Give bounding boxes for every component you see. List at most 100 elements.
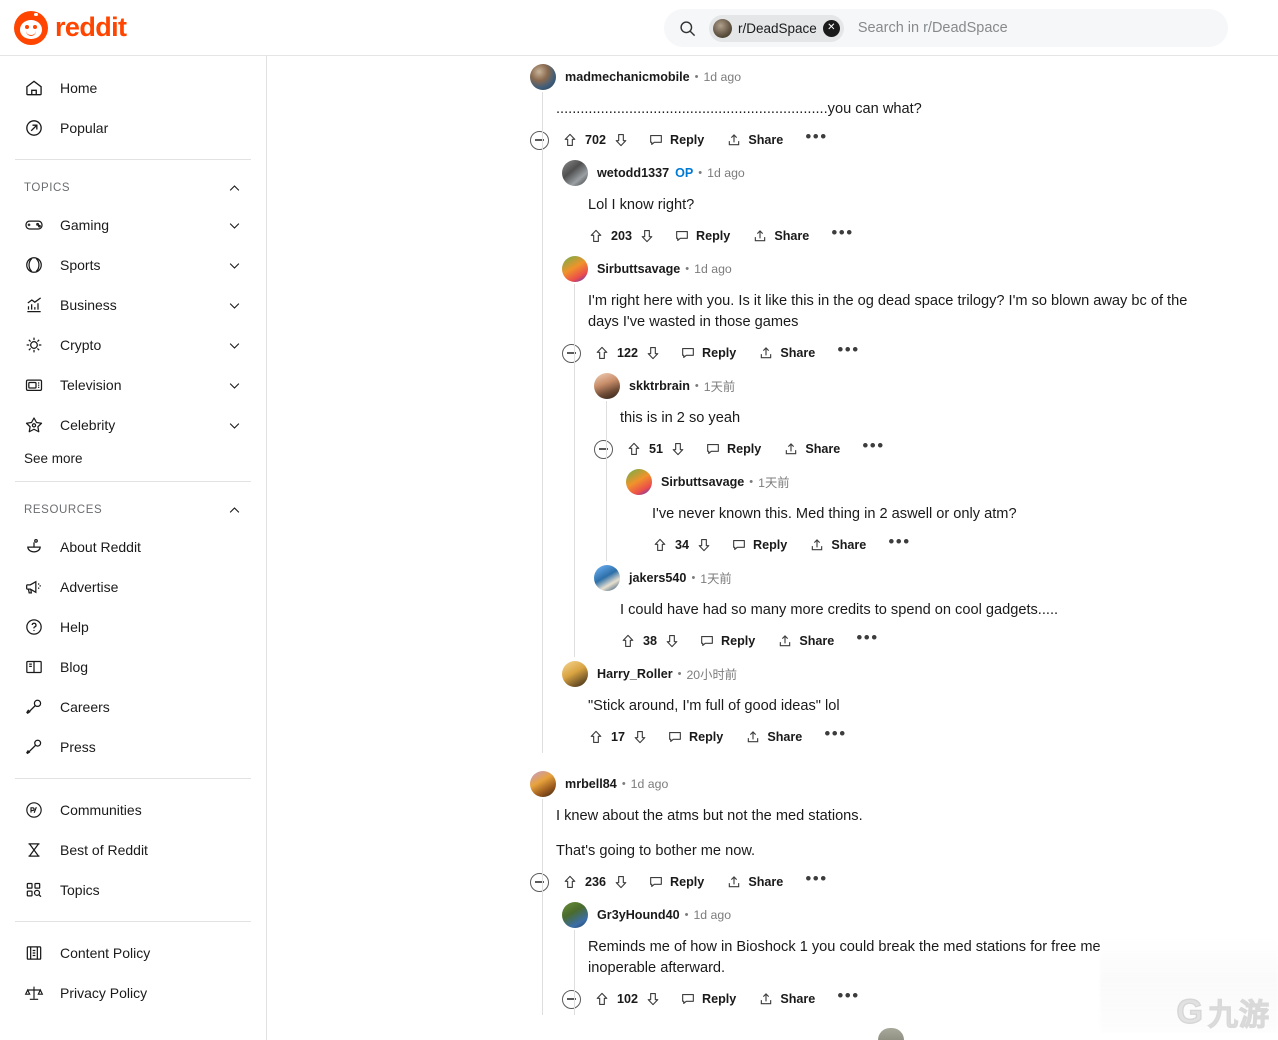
share-button[interactable]: Share — [809, 537, 866, 553]
avatar[interactable] — [530, 64, 556, 90]
avatar[interactable] — [562, 160, 588, 186]
more-options-button[interactable]: ••• — [862, 437, 884, 458]
downvote-arrow-icon[interactable] — [613, 132, 629, 148]
share-button[interactable]: Share — [758, 991, 815, 1007]
avatar[interactable] — [594, 373, 620, 399]
collapse-minus-icon[interactable] — [594, 439, 613, 459]
chevron-down-icon[interactable] — [227, 258, 242, 273]
downvote-arrow-icon[interactable] — [696, 537, 712, 553]
avatar[interactable] — [562, 902, 588, 928]
reply-button[interactable]: Reply — [667, 729, 723, 745]
sidebar-item-help[interactable]: Help — [12, 607, 254, 647]
sidebar-item-sports[interactable]: Sports — [12, 245, 254, 285]
share-button[interactable]: Share — [726, 874, 783, 890]
sidebar-item-content-policy[interactable]: Content Policy — [12, 933, 254, 973]
sidebar-item-television[interactable]: Television — [12, 365, 254, 405]
share-button[interactable]: Share — [783, 441, 840, 457]
upvote-arrow-icon[interactable] — [620, 633, 636, 649]
upvote-arrow-icon[interactable] — [594, 345, 610, 361]
collapse-minus-icon[interactable] — [530, 130, 549, 150]
chevron-up-icon[interactable] — [227, 503, 242, 518]
more-options-button[interactable]: ••• — [831, 224, 853, 245]
downvote-arrow-icon[interactable] — [664, 633, 680, 649]
sidebar-item-communities[interactable]: Communities — [12, 790, 254, 830]
avatar[interactable] — [562, 256, 588, 282]
comment-author[interactable]: mrbell84 — [565, 777, 617, 791]
share-button[interactable]: Share — [726, 132, 783, 148]
comment-author[interactable]: Sirbuttsavage — [661, 475, 744, 489]
sidebar-section-resources[interactable]: RESOURCES — [12, 493, 254, 527]
upvote-arrow-icon[interactable] — [594, 991, 610, 1007]
upvote-arrow-icon[interactable] — [562, 132, 578, 148]
upvote-arrow-icon[interactable] — [588, 729, 604, 745]
close-circle-icon[interactable]: ✕ — [822, 19, 840, 37]
avatar[interactable] — [530, 771, 556, 797]
sidebar-item-blog[interactable]: Blog — [12, 647, 254, 687]
sidebar-item-privacy-policy[interactable]: Privacy Policy — [12, 973, 254, 1013]
upvote-arrow-icon[interactable] — [626, 441, 642, 457]
search-input[interactable] — [857, 13, 1214, 43]
more-options-button[interactable]: ••• — [856, 629, 878, 650]
sidebar-item-celebrity[interactable]: Celebrity — [12, 405, 254, 445]
search-bar[interactable]: r/DeadSpace ✕ — [664, 9, 1228, 47]
reply-button[interactable]: Reply — [731, 537, 787, 553]
sidebar-item-best-of-reddit[interactable]: Best of Reddit — [12, 830, 254, 870]
chevron-down-icon[interactable] — [227, 378, 242, 393]
comment-author[interactable]: Gr3yHound40 — [597, 908, 680, 922]
upvote-arrow-icon[interactable] — [588, 228, 604, 244]
downvote-arrow-icon[interactable] — [645, 345, 661, 361]
downvote-arrow-icon[interactable] — [613, 874, 629, 890]
collapse-minus-icon[interactable] — [562, 989, 581, 1009]
sidebar-item-about-reddit[interactable]: About Reddit — [12, 527, 254, 567]
thread-collapse-line[interactable] — [574, 930, 575, 1015]
sidebar-item-advertise[interactable]: Advertise — [12, 567, 254, 607]
comment-author[interactable]: madmechanicmobile — [565, 70, 690, 84]
sidebar-item-business[interactable]: Business — [12, 285, 254, 325]
comment-author[interactable]: skktrbrain — [629, 379, 690, 393]
chevron-down-icon[interactable] — [227, 298, 242, 313]
more-options-button[interactable]: ••• — [837, 341, 859, 362]
upvote-arrow-icon[interactable] — [562, 874, 578, 890]
downvote-arrow-icon[interactable] — [670, 441, 686, 457]
reply-button[interactable]: Reply — [699, 633, 755, 649]
subreddit-scope-chip[interactable]: r/DeadSpace ✕ — [709, 14, 844, 42]
comment-author[interactable]: Sirbuttsavage — [597, 262, 680, 276]
sidebar-item-popular[interactable]: Popular — [12, 108, 254, 148]
sidebar-item-crypto[interactable]: Crypto — [12, 325, 254, 365]
reddit-logo[interactable]: reddit — [14, 10, 127, 45]
reply-button[interactable]: Reply — [680, 345, 736, 361]
downvote-arrow-icon[interactable] — [639, 228, 655, 244]
share-button[interactable]: Share — [777, 633, 834, 649]
sidebar-item-gaming[interactable]: Gaming — [12, 205, 254, 245]
share-button[interactable]: Share — [758, 345, 815, 361]
avatar[interactable] — [626, 469, 652, 495]
collapse-minus-icon[interactable] — [530, 872, 549, 892]
sidebar-item-home[interactable]: Home — [12, 68, 254, 108]
comment-author[interactable]: Harry_Roller — [597, 667, 673, 681]
downvote-arrow-icon[interactable] — [645, 991, 661, 1007]
collapse-minus-icon[interactable] — [562, 343, 581, 363]
sidebar-section-topics[interactable]: TOPICS — [12, 171, 254, 205]
more-options-button[interactable]: ••• — [888, 533, 910, 554]
chevron-down-icon[interactable] — [227, 418, 242, 433]
sidebar-item-careers[interactable]: Careers — [12, 687, 254, 727]
reply-button[interactable]: Reply — [705, 441, 761, 457]
sidebar-item-topics[interactable]: Topics — [12, 870, 254, 910]
downvote-arrow-icon[interactable] — [632, 729, 648, 745]
upvote-arrow-icon[interactable] — [652, 537, 668, 553]
avatar[interactable] — [594, 565, 620, 591]
comment-author[interactable]: jakers540 — [629, 571, 686, 585]
reply-button[interactable]: Reply — [648, 874, 704, 890]
reply-button[interactable]: Reply — [648, 132, 704, 148]
reply-button[interactable]: Reply — [674, 228, 730, 244]
share-button[interactable]: Share — [752, 228, 809, 244]
chevron-down-icon[interactable] — [227, 218, 242, 233]
avatar[interactable] — [562, 661, 588, 687]
reply-button[interactable]: Reply — [680, 991, 736, 1007]
more-options-button[interactable]: ••• — [824, 725, 846, 746]
more-options-button[interactable]: ••• — [805, 128, 827, 149]
chevron-up-icon[interactable] — [227, 181, 242, 196]
share-button[interactable]: Share — [745, 729, 802, 745]
more-options-button[interactable]: ••• — [837, 987, 859, 1008]
comment-author[interactable]: wetodd1337 — [597, 166, 669, 180]
